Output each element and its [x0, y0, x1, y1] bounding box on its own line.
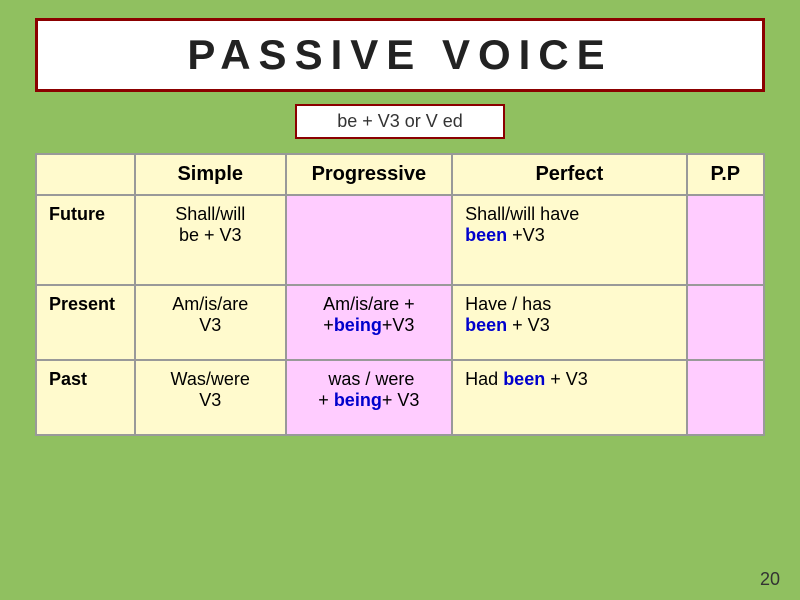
table-row-past: Past Was/were V3 was / were + being+ V3 …: [36, 360, 764, 435]
future-progressive: [286, 195, 453, 285]
passive-voice-table: Simple Progressive Perfect P.P Future Sh…: [35, 153, 765, 436]
table-row-future: Future Shall/will be + V3 Shall/will hav…: [36, 195, 764, 285]
header-col4: Perfect: [452, 154, 686, 195]
future-pp: [687, 195, 764, 285]
past-perfect-been: been: [503, 369, 545, 389]
page-container: PASSIVE VOICE be + V3 or V ed Simple Pro…: [0, 0, 800, 600]
table-header-row: Simple Progressive Perfect P.P: [36, 154, 764, 195]
future-label: Future: [36, 195, 135, 285]
present-progressive-being: being: [334, 315, 382, 335]
header-col3: Progressive: [286, 154, 453, 195]
future-simple: Shall/will be + V3: [135, 195, 286, 285]
past-pp: [687, 360, 764, 435]
present-perfect-been: been: [465, 315, 507, 335]
page-number: 20: [760, 569, 780, 590]
present-perfect: Have / has been + V3: [452, 285, 686, 360]
table-row-present: Present Am/is/are V3 Am/is/are ++being+V…: [36, 285, 764, 360]
present-simple: Am/is/are V3: [135, 285, 286, 360]
future-perfect-been: been: [465, 225, 507, 245]
present-pp: [687, 285, 764, 360]
header-col5: P.P: [687, 154, 764, 195]
present-progressive: Am/is/are ++being+V3: [286, 285, 453, 360]
past-label: Past: [36, 360, 135, 435]
subtitle-text: be + V3 or V ed: [337, 111, 463, 131]
title-box: PASSIVE VOICE: [35, 18, 765, 92]
header-col1: [36, 154, 135, 195]
past-perfect: Had been + V3: [452, 360, 686, 435]
past-progressive: was / were + being+ V3: [286, 360, 453, 435]
page-title: PASSIVE VOICE: [187, 31, 612, 78]
past-progressive-being: being: [334, 390, 382, 410]
future-perfect: Shall/will have been +V3: [452, 195, 686, 285]
past-simple: Was/were V3: [135, 360, 286, 435]
present-label: Present: [36, 285, 135, 360]
subtitle-box: be + V3 or V ed: [295, 104, 505, 139]
header-col2: Simple: [135, 154, 286, 195]
